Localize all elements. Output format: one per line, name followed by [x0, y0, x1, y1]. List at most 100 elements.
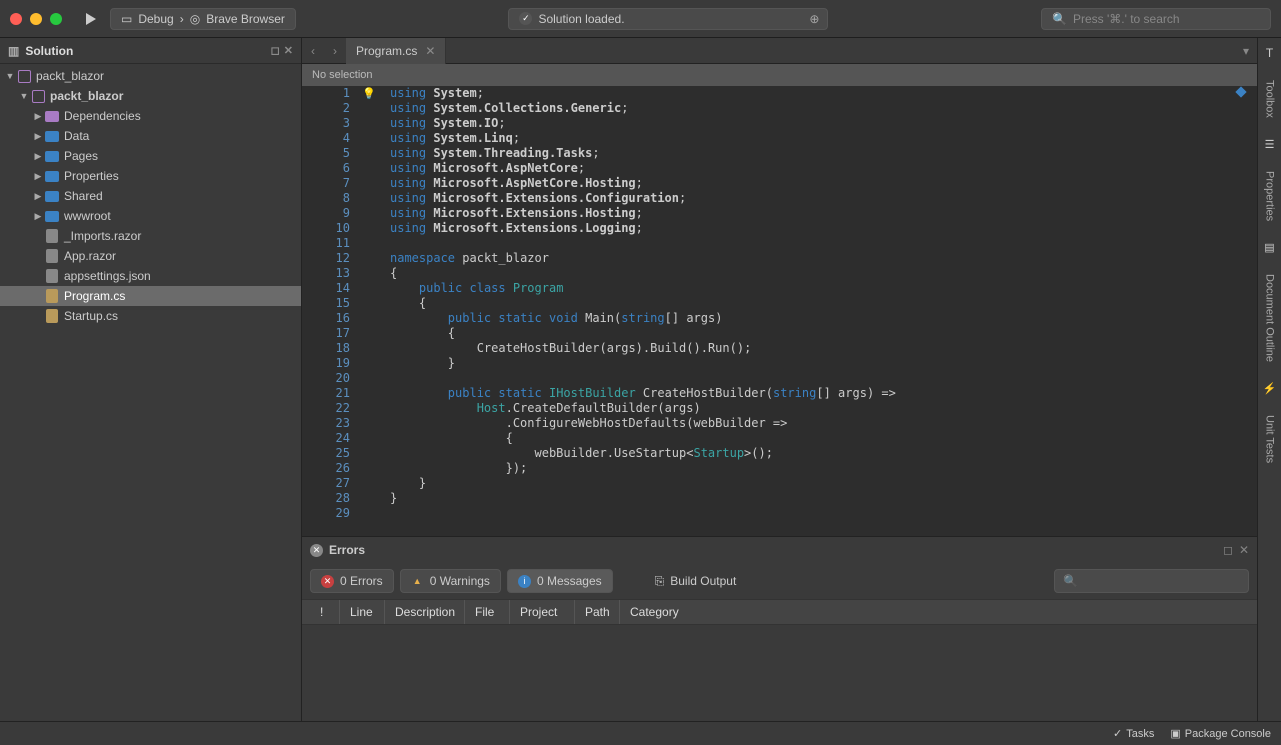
col-line[interactable]: Line: [340, 600, 385, 624]
messages-filter-button[interactable]: i 0 Messages: [507, 569, 613, 593]
code-line[interactable]: 13{: [302, 266, 1257, 281]
panel-dock-icon[interactable]: ◻: [271, 44, 280, 57]
code-line[interactable]: 2using System.Collections.Generic;: [302, 101, 1257, 116]
tab-label: Program.cs: [356, 44, 417, 58]
tab-close-icon[interactable]: ✕: [425, 44, 435, 58]
col-file[interactable]: File: [465, 600, 510, 624]
tree-item[interactable]: ▶Properties: [0, 166, 301, 186]
status-pill[interactable]: ✓ Solution loaded. ⊕: [508, 8, 828, 30]
tree-item[interactable]: ▶Shared: [0, 186, 301, 206]
code-line[interactable]: 19 }: [302, 356, 1257, 371]
errors-search-input[interactable]: 🔍: [1054, 569, 1249, 593]
package-console-button[interactable]: ▣ Package Console: [1170, 727, 1271, 740]
code-line[interactable]: 5using System.Threading.Tasks;: [302, 146, 1257, 161]
code-line[interactable]: 18 CreateHostBuilder(args).Build().Run()…: [302, 341, 1257, 356]
expand-icon[interactable]: ▶: [32, 131, 44, 142]
code-line[interactable]: 11: [302, 236, 1257, 251]
build-output-button[interactable]: ⎘ Build Output: [645, 570, 747, 593]
run-button[interactable]: [86, 13, 96, 25]
tree-item[interactable]: ▶Pages: [0, 146, 301, 166]
code-line[interactable]: 27 }: [302, 476, 1257, 491]
unit-tests-tab[interactable]: Unit Tests: [1264, 411, 1276, 467]
code-line[interactable]: 22 Host.CreateDefaultBuilder(args): [302, 401, 1257, 416]
code-line[interactable]: 21 public static IHostBuilder CreateHost…: [302, 386, 1257, 401]
editor-breadcrumb[interactable]: No selection: [302, 64, 1257, 86]
line-number: 21: [302, 386, 360, 401]
tree-item[interactable]: App.razor: [0, 246, 301, 266]
close-window-button[interactable]: [10, 13, 22, 25]
breadcrumb-text: No selection: [312, 69, 373, 81]
col-path[interactable]: Path: [575, 600, 620, 624]
tree-item[interactable]: ▶Data: [0, 126, 301, 146]
line-number: 6: [302, 161, 360, 176]
code-line[interactable]: 10using Microsoft.Extensions.Logging;: [302, 221, 1257, 236]
device-icon: ▭: [121, 12, 132, 26]
code-line[interactable]: 24 {: [302, 431, 1257, 446]
errors-filter-button[interactable]: ✕ 0 Errors: [310, 569, 394, 593]
debug-config-selector[interactable]: ▭ Debug › ◎ Brave Browser: [110, 8, 296, 30]
tree-item[interactable]: ▶wwwroot: [0, 206, 301, 226]
panel-close-icon[interactable]: ✕: [1239, 543, 1249, 557]
tree-item[interactable]: Program.cs: [0, 286, 301, 306]
lightbulb-icon[interactable]: 💡: [362, 86, 376, 101]
errors-filter-bar: ✕ 0 Errors ▲ 0 Warnings i 0 Messages ⎘ B…: [302, 563, 1257, 599]
tree-project[interactable]: ▼ packt_blazor: [0, 86, 301, 106]
expand-icon[interactable]: ▶: [32, 211, 44, 222]
code-line[interactable]: 14 public class Program: [302, 281, 1257, 296]
bottom-statusbar: ✓ Tasks ▣ Package Console: [0, 721, 1281, 745]
expand-icon[interactable]: ▼: [4, 71, 16, 81]
expand-icon[interactable]: ▼: [18, 91, 30, 101]
code-line[interactable]: 4using System.Linq;: [302, 131, 1257, 146]
nav-back-button[interactable]: ‹: [302, 44, 324, 58]
col-marker[interactable]: !: [310, 600, 340, 624]
code-line[interactable]: 7using Microsoft.AspNetCore.Hosting;: [302, 176, 1257, 191]
expand-icon[interactable]: ▶: [32, 111, 44, 122]
code-line[interactable]: 17 {: [302, 326, 1257, 341]
plus-icon[interactable]: ⊕: [809, 12, 819, 26]
expand-icon[interactable]: ▶: [32, 171, 44, 182]
code-editor[interactable]: 1💡using System;2using System.Collections…: [302, 86, 1257, 536]
panel-dock-icon[interactable]: ◻: [1223, 543, 1233, 557]
code-line[interactable]: 29: [302, 506, 1257, 521]
code-line[interactable]: 9using Microsoft.Extensions.Hosting;: [302, 206, 1257, 221]
line-number: 26: [302, 461, 360, 476]
tree-root[interactable]: ▼ packt_blazor: [0, 66, 301, 86]
code-line[interactable]: 28}: [302, 491, 1257, 506]
code-line[interactable]: 6using Microsoft.AspNetCore;: [302, 161, 1257, 176]
code-line[interactable]: 26 });: [302, 461, 1257, 476]
code-line[interactable]: 12namespace packt_blazor: [302, 251, 1257, 266]
code-line[interactable]: 3using System.IO;: [302, 116, 1257, 131]
minimize-window-button[interactable]: [30, 13, 42, 25]
toolbox-tab[interactable]: Toolbox: [1264, 76, 1276, 122]
properties-tab[interactable]: Properties: [1264, 167, 1276, 225]
warnings-filter-button[interactable]: ▲ 0 Warnings: [400, 569, 501, 593]
global-search[interactable]: 🔍 Press '⌘.' to search: [1041, 8, 1271, 30]
col-project[interactable]: Project: [510, 600, 575, 624]
tree-label: packt_blazor: [50, 89, 123, 103]
line-number: 23: [302, 416, 360, 431]
tree-item[interactable]: Startup.cs: [0, 306, 301, 326]
maximize-window-button[interactable]: [50, 13, 62, 25]
document-outline-tab[interactable]: Document Outline: [1264, 270, 1276, 366]
code-line[interactable]: 20: [302, 371, 1257, 386]
code-line[interactable]: 8using Microsoft.Extensions.Configuratio…: [302, 191, 1257, 206]
tree-item-label: Program.cs: [64, 289, 125, 303]
tree-item[interactable]: ▶Dependencies: [0, 106, 301, 126]
tree-item[interactable]: appsettings.json: [0, 266, 301, 286]
code-line[interactable]: 25 webBuilder.UseStartup<Startup>();: [302, 446, 1257, 461]
tasks-button[interactable]: ✓ Tasks: [1113, 727, 1154, 740]
code-line[interactable]: 23 .ConfigureWebHostDefaults(webBuilder …: [302, 416, 1257, 431]
tab-overflow-icon[interactable]: ▾: [1235, 44, 1257, 58]
expand-icon[interactable]: ▶: [32, 191, 44, 202]
nav-forward-button[interactable]: ›: [324, 44, 346, 58]
expand-icon[interactable]: ▶: [32, 151, 44, 162]
tree-item[interactable]: _Imports.razor: [0, 226, 301, 246]
solution-tree[interactable]: ▼ packt_blazor ▼ packt_blazor ▶Dependenc…: [0, 64, 301, 721]
code-line[interactable]: 15 {: [302, 296, 1257, 311]
code-line[interactable]: 16 public static void Main(string[] args…: [302, 311, 1257, 326]
code-line[interactable]: 1💡using System;: [302, 86, 1257, 101]
panel-close-icon[interactable]: ✕: [284, 44, 293, 57]
col-description[interactable]: Description: [385, 600, 465, 624]
col-category[interactable]: Category: [620, 600, 1249, 624]
editor-tab[interactable]: Program.cs ✕: [346, 38, 446, 64]
